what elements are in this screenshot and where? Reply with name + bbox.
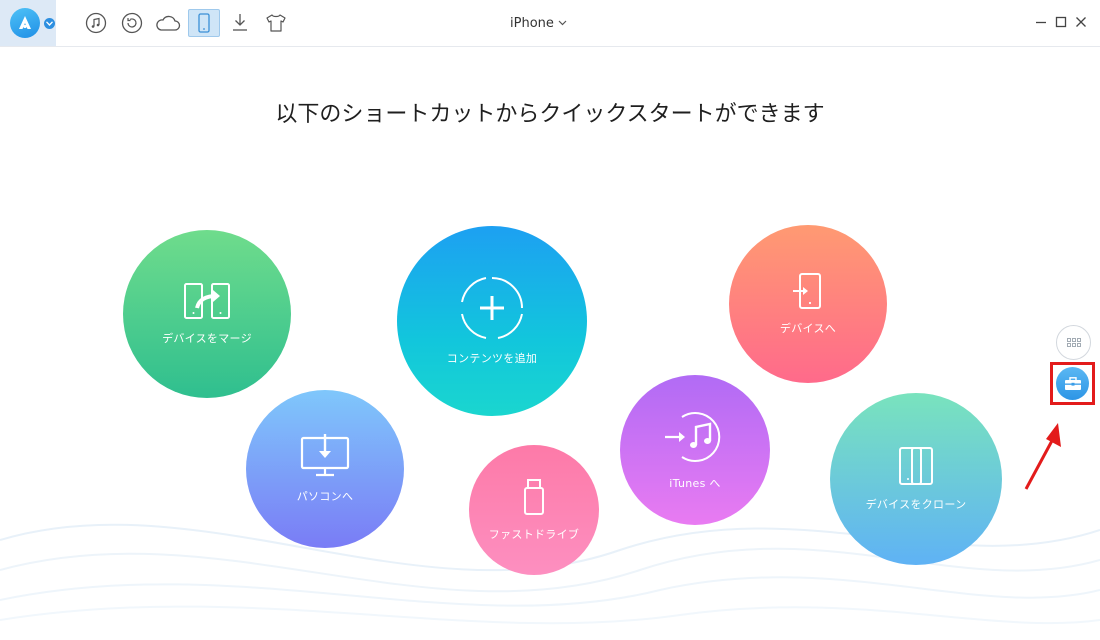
to-itunes-icon	[665, 412, 721, 462]
close-icon[interactable]	[1074, 15, 1088, 29]
cloud-icon[interactable]	[154, 11, 182, 35]
to-device-icon	[793, 273, 821, 309]
app-logo-area[interactable]	[0, 0, 56, 46]
device-name: iPhone	[510, 15, 554, 31]
device-selector[interactable]: iPhone	[510, 13, 567, 33]
add-content-icon	[461, 277, 523, 339]
usb-drive-icon	[524, 479, 544, 515]
to-computer-icon	[300, 434, 350, 477]
to-computer-label: パソコンへ	[296, 490, 354, 503]
chevron-down-icon	[558, 20, 567, 26]
clone-device-label: デバイスをクローン	[865, 498, 967, 511]
shirt-icon[interactable]	[264, 11, 288, 35]
merge-devices-icon	[184, 283, 230, 319]
top-toolbar: iPhone	[0, 0, 1100, 47]
to-computer-button[interactable]: パソコンへ	[246, 390, 404, 548]
add-content-button[interactable]: コンテンツを追加	[397, 226, 587, 416]
app-menu-caret-icon[interactable]	[44, 18, 55, 29]
restore-icon[interactable]	[120, 11, 144, 35]
to-device-label: デバイスへ	[779, 322, 837, 335]
music-icon[interactable]	[84, 11, 108, 35]
minimize-icon[interactable]	[1034, 15, 1048, 29]
red-arrow-annotation	[1024, 423, 1061, 490]
highlight-box	[1050, 362, 1095, 405]
to-itunes-label: iTunes へ	[669, 477, 721, 490]
download-icon[interactable]	[228, 11, 252, 35]
grid-view-button[interactable]	[1056, 325, 1091, 360]
maximize-icon[interactable]	[1054, 15, 1068, 29]
grid-icon	[1066, 337, 1081, 347]
app-logo-icon[interactable]	[10, 8, 40, 38]
to-itunes-button[interactable]: iTunes へ	[620, 375, 770, 525]
clone-device-icon	[899, 447, 933, 485]
merge-devices-button[interactable]: デバイスをマージ	[123, 230, 291, 398]
phone-icon[interactable]	[188, 9, 220, 37]
fast-drive-button[interactable]: ファストドライブ	[469, 445, 599, 575]
merge-devices-label: デバイスをマージ	[162, 332, 252, 345]
to-device-button[interactable]: デバイスへ	[729, 225, 887, 383]
fast-drive-label: ファストドライブ	[488, 528, 580, 541]
page-heading: 以下のショートカットからクイックスタートができます	[275, 102, 825, 127]
clone-device-button[interactable]: デバイスをクローン	[830, 393, 1002, 565]
add-content-label: コンテンツを追加	[446, 352, 538, 365]
